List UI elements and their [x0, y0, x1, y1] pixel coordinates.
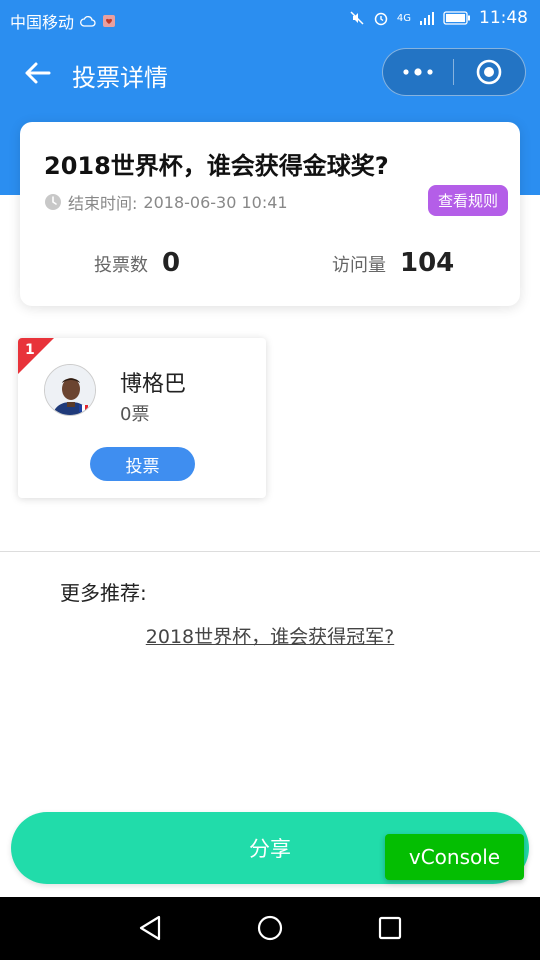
end-time-row: 结束时间: 2018-06-30 10:41	[44, 190, 288, 214]
vconsole-button[interactable]: vConsole	[385, 834, 524, 880]
end-time-label: 结束时间:	[68, 194, 138, 213]
recommend-link[interactable]: 2018世界杯，谁会获得冠军?	[0, 622, 540, 649]
system-recents-button[interactable]	[373, 911, 407, 945]
visit-count-stat: 访问量 104	[332, 248, 454, 278]
vote-title: 2018世界杯，谁会获得金球奖?	[44, 152, 389, 180]
system-back-button[interactable]	[133, 911, 167, 945]
candidate-avatar	[44, 364, 96, 416]
carrier-label: 中国移动	[10, 13, 75, 32]
vote-count-value: 0	[162, 248, 181, 278]
battery-icon	[443, 11, 470, 25]
more-recommend-label: 更多推荐:	[60, 581, 147, 605]
close-mini-program-button[interactable]	[454, 49, 526, 95]
status-right: 4G 11:48	[349, 8, 528, 28]
arrow-left-icon	[25, 62, 51, 84]
vote-count-stat: 投票数 0	[94, 248, 180, 278]
more-dots-icon	[403, 68, 433, 76]
network-type: 4G	[396, 12, 411, 24]
mini-program-capsule	[382, 48, 526, 96]
rank-badge	[18, 338, 54, 374]
view-rules-button[interactable]: 查看规则	[427, 185, 508, 216]
app-notification-icon	[103, 15, 116, 27]
nav-bar: 投票详情	[0, 40, 540, 104]
visit-count-value: 104	[400, 248, 455, 278]
status-left: 中国移动	[10, 9, 116, 33]
alarm-icon	[374, 12, 388, 26]
system-nav-bar	[0, 897, 540, 960]
candidate-vote-count: 0票	[120, 404, 150, 425]
end-time-value: 2018-06-30 10:41	[143, 192, 288, 212]
visit-count-label: 访问量	[332, 255, 386, 276]
signal-icon	[420, 12, 434, 25]
vote-count-label: 投票数	[94, 255, 148, 276]
vote-button[interactable]: 投票	[90, 447, 195, 481]
system-home-button[interactable]	[253, 911, 287, 945]
more-button[interactable]	[383, 49, 453, 95]
back-button[interactable]	[20, 56, 54, 90]
rank-number: 1	[25, 342, 35, 358]
cloud-icon	[80, 15, 96, 27]
page-title: 投票详情	[72, 64, 168, 92]
status-bar: 中国移动 4G 11:48	[0, 0, 540, 36]
section-divider	[0, 551, 540, 552]
circle-home-icon	[257, 915, 283, 941]
target-circle-icon	[476, 59, 502, 85]
candidate-card: 1 博格巴 0票 投票	[18, 338, 266, 498]
mute-icon	[350, 11, 364, 25]
player-avatar-icon	[45, 365, 95, 415]
status-time: 11:48	[479, 8, 528, 28]
triangle-back-icon	[139, 915, 161, 941]
vote-info-card: 2018世界杯，谁会获得金球奖? 结束时间: 2018-06-30 10:41 …	[20, 122, 520, 306]
candidate-name: 博格巴	[120, 372, 187, 397]
clock-icon	[45, 194, 61, 210]
square-recents-icon	[378, 916, 402, 940]
